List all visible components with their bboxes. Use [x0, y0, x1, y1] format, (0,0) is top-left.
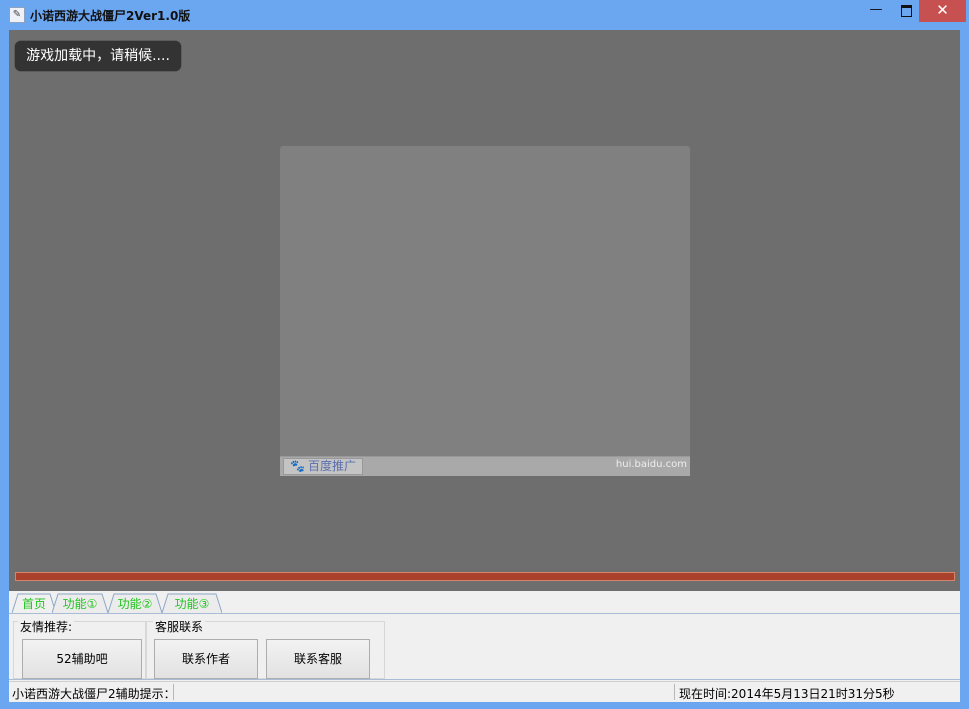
baidu-paw-icon: 🐾	[290, 459, 305, 473]
contact-author-button[interactable]: 联系作者	[154, 639, 258, 679]
minimize-button[interactable]: —	[859, 0, 893, 22]
friend-links-group: 友情推荐: 52辅助吧	[13, 620, 146, 679]
status-bar: 小诺西游大战僵尸2辅助提示： 现在时间:2014年5月13日21时31分5秒	[9, 681, 960, 702]
tab-function-1[interactable]: 功能①	[52, 593, 108, 613]
friend-links-title: 友情推荐:	[18, 620, 75, 634]
support-contact-title: 客服联系	[153, 620, 206, 634]
ad-url[interactable]: hui.baidu.com	[616, 459, 687, 470]
maximize-icon	[900, 5, 912, 17]
support-contact-group: 客服联系 联系作者 联系客服	[146, 620, 385, 679]
maximize-button[interactable]	[893, 0, 919, 22]
close-button[interactable]: ✕	[919, 0, 966, 22]
ad-logo-text: 百度推广	[307, 459, 356, 473]
tab-strip: 首页 功能① 功能② 功能③	[9, 591, 960, 613]
tab-function-2-label: 功能②	[117, 597, 153, 611]
title-bar[interactable]: ✎ 小诺西游大战僵尸2Ver1.0版 — ✕	[0, 0, 969, 30]
52fuzhuba-button[interactable]: 52辅助吧	[22, 639, 142, 679]
tab-panel-home: 友情推荐: 52辅助吧 客服联系 联系作者 联系客服	[9, 613, 960, 680]
tab-function-3-label: 功能③	[174, 597, 210, 611]
window-title: 小诺西游大战僵尸2Ver1.0版	[30, 9, 191, 23]
status-tip: 小诺西游大战僵尸2辅助提示：	[12, 687, 176, 701]
tab-function-3[interactable]: 功能③	[162, 593, 222, 613]
baidu-ad-logo[interactable]: 🐾 百度推广	[283, 458, 363, 475]
status-time: 现在时间:2014年5月13日21时31分5秒	[679, 687, 895, 701]
minimize-icon: —	[869, 2, 883, 17]
game-area[interactable]: 游戏加载中，请稍候.... 🐾 百度推广 hui.baidu.com	[9, 30, 960, 591]
ad-footer: 🐾 百度推广 hui.baidu.com	[280, 456, 690, 476]
ad-banner[interactable]: 🐾 百度推广 hui.baidu.com	[280, 146, 690, 476]
client-area: 游戏加载中，请稍候.... 🐾 百度推广 hui.baidu.com 首页 功能①	[9, 30, 960, 702]
contact-support-button[interactable]: 联系客服	[266, 639, 370, 679]
progress-fill	[16, 573, 954, 580]
tab-home-label: 首页	[21, 597, 46, 611]
app-icon[interactable]: ✎	[9, 7, 25, 23]
app-window: ✎ 小诺西游大战僵尸2Ver1.0版 — ✕ 游戏加载中，请稍候.... 🐾 百度…	[0, 0, 969, 709]
tab-function-2[interactable]: 功能②	[108, 593, 162, 613]
close-icon: ✕	[936, 1, 949, 19]
tab-function-1-label: 功能①	[62, 597, 98, 611]
loading-tooltip: 游戏加载中，请稍候....	[15, 41, 181, 71]
loading-progress-bar	[15, 572, 955, 581]
status-separator	[173, 684, 174, 700]
status-separator	[674, 684, 675, 700]
tab-home[interactable]: 首页	[12, 593, 56, 613]
